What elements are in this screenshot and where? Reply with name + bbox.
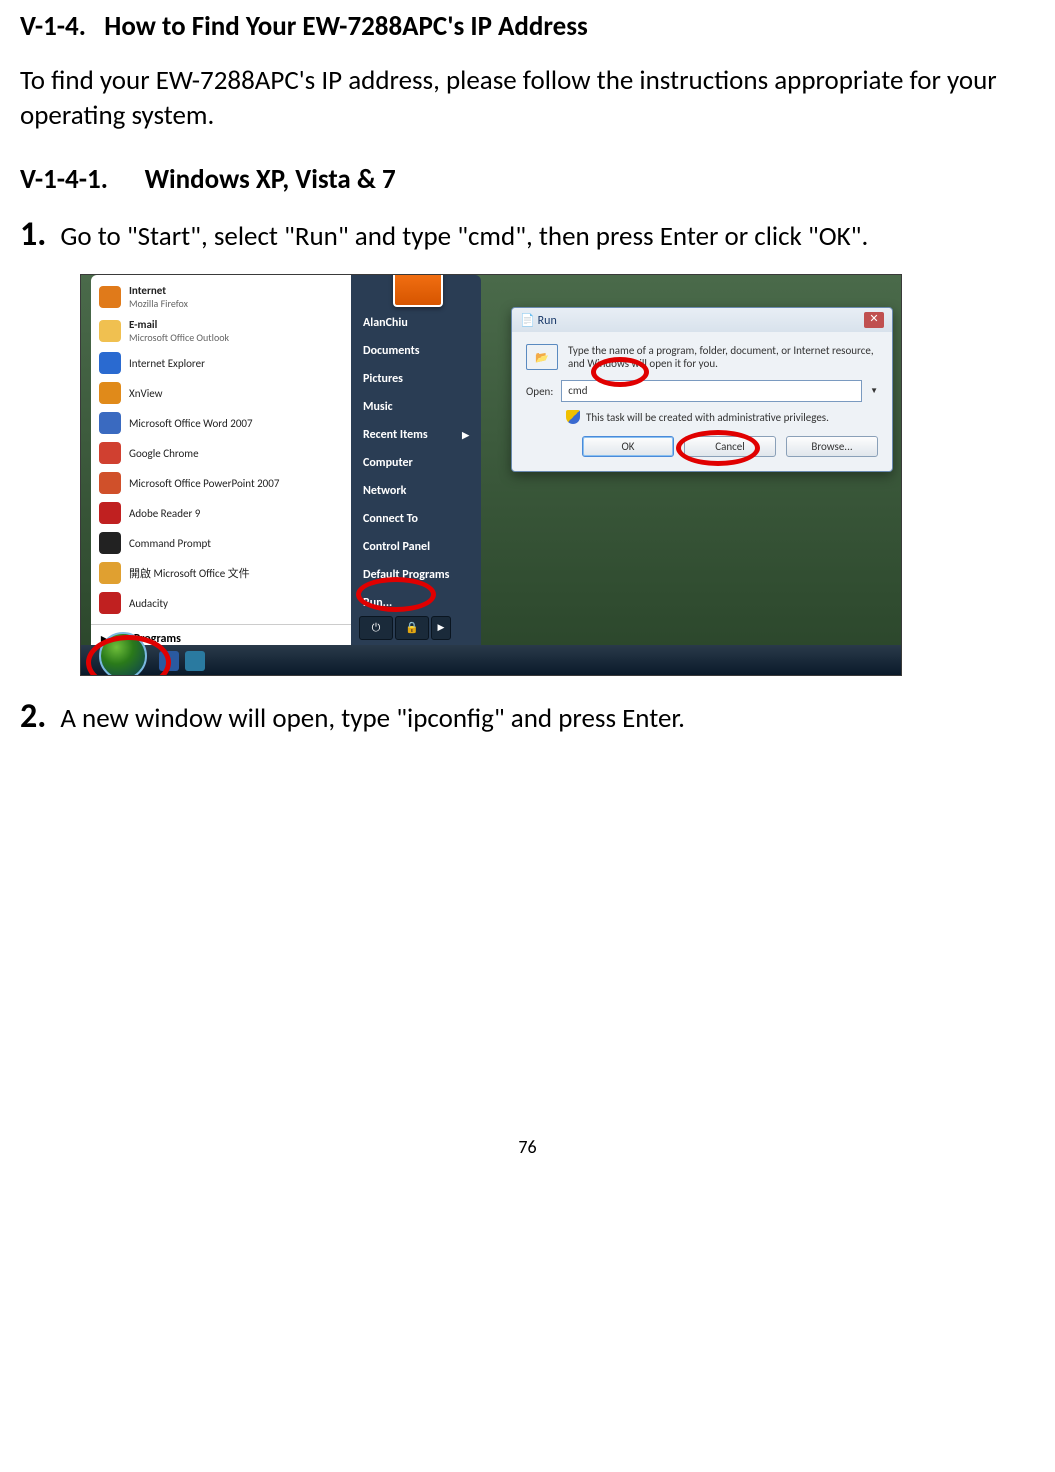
start-right-label: AlanChiu bbox=[363, 316, 408, 330]
close-icon[interactable]: ✕ bbox=[864, 312, 884, 328]
step-2: 2. A new window will open, type "ipconfi… bbox=[20, 700, 1035, 736]
recent-label: 開啟 Microsoft Office 文件 bbox=[129, 565, 250, 581]
screenshot-container: InternetMozilla FirefoxE-mailMicrosoft O… bbox=[80, 274, 900, 676]
run-dialog-titlebar: 📄 Run ✕ bbox=[512, 308, 892, 332]
start-menu-recent-item[interactable]: Microsoft Office PowerPoint 2007 bbox=[91, 468, 351, 498]
start-right-label: Network bbox=[363, 484, 406, 498]
taskbar-quicklaunch-icon[interactable] bbox=[185, 651, 205, 671]
power-menu-arrow[interactable]: ▶ bbox=[431, 616, 451, 640]
recent-label: Internet Explorer bbox=[129, 357, 205, 370]
start-right-item[interactable]: AlanChiu bbox=[351, 309, 481, 337]
subsection-number: V-1-4-1. bbox=[20, 163, 108, 196]
pinned-title: Internet bbox=[129, 284, 166, 297]
recent-label: Audacity bbox=[129, 597, 168, 610]
app-icon bbox=[99, 472, 121, 494]
lock-button[interactable]: 🔒 bbox=[395, 616, 429, 640]
run-dialog-title: Run bbox=[538, 314, 557, 328]
start-menu-recent-item[interactable]: Internet Explorer bbox=[91, 348, 351, 378]
app-icon bbox=[99, 320, 121, 342]
power-off-button[interactable]: ⏻ bbox=[359, 616, 393, 640]
start-menu-recent-item[interactable]: XnView bbox=[91, 378, 351, 408]
start-menu-recent-item[interactable]: Audacity bbox=[91, 588, 351, 618]
pinned-title: E-mail bbox=[129, 318, 157, 331]
dropdown-arrow-icon[interactable]: ▼ bbox=[870, 386, 878, 396]
app-icon bbox=[99, 502, 121, 524]
recent-label: Microsoft Office PowerPoint 2007 bbox=[129, 477, 279, 490]
app-icon bbox=[99, 592, 121, 614]
step-number: 2. bbox=[20, 700, 46, 734]
power-button-row: ⏻ 🔒 ▶ bbox=[359, 616, 451, 640]
start-menu-pinned-item[interactable]: InternetMozilla Firefox bbox=[91, 280, 351, 314]
app-icon bbox=[99, 412, 121, 434]
start-right-label: Music bbox=[363, 400, 393, 414]
pinned-subtitle: Microsoft Office Outlook bbox=[129, 331, 229, 344]
start-menu-recent-item[interactable]: 開啟 Microsoft Office 文件 bbox=[91, 558, 351, 588]
app-icon bbox=[99, 562, 121, 584]
section-number: V-1-4. bbox=[20, 10, 86, 43]
recent-label: Microsoft Office Word 2007 bbox=[129, 417, 253, 430]
app-icon bbox=[99, 532, 121, 554]
page-number: 76 bbox=[20, 1136, 1035, 1158]
start-right-label: Pictures bbox=[363, 372, 403, 386]
start-right-item[interactable]: Connect To bbox=[351, 505, 481, 533]
start-menu-recent-item[interactable]: Google Chrome bbox=[91, 438, 351, 468]
chevron-right-icon: ▶ bbox=[462, 430, 469, 441]
browse-button[interactable]: Browse... bbox=[786, 436, 878, 457]
start-menu-recent-item[interactable]: Command Prompt bbox=[91, 528, 351, 558]
start-right-label: Recent Items bbox=[363, 428, 428, 442]
step-number: 1. bbox=[20, 218, 46, 252]
start-right-item[interactable]: Recent Items ▶ bbox=[351, 421, 481, 449]
admin-note: This task will be created with administr… bbox=[586, 411, 829, 424]
start-right-item[interactable]: Pictures bbox=[351, 365, 481, 393]
start-right-label: Documents bbox=[363, 344, 420, 358]
recent-label: XnView bbox=[129, 387, 163, 400]
step-text: Go to "Start", select "Run" and type "cm… bbox=[60, 219, 868, 254]
windows-vista-screenshot: InternetMozilla FirefoxE-mailMicrosoft O… bbox=[80, 274, 902, 676]
app-icon bbox=[99, 352, 121, 374]
taskbar bbox=[81, 645, 901, 675]
start-right-label: Control Panel bbox=[363, 540, 430, 554]
subsection-heading: V-1-4-1. Windows XP, Vista & 7 bbox=[20, 163, 1035, 196]
open-label: Open: bbox=[526, 385, 553, 398]
start-menu-left-panel: InternetMozilla FirefoxE-mailMicrosoft O… bbox=[91, 275, 351, 645]
start-menu-pinned-item[interactable]: E-mailMicrosoft Office Outlook bbox=[91, 314, 351, 348]
step-text: A new window will open, type "ipconfig" … bbox=[60, 701, 685, 736]
uac-shield-icon bbox=[566, 410, 580, 424]
start-menu-recent-item[interactable]: Microsoft Office Word 2007 bbox=[91, 408, 351, 438]
start-right-item[interactable]: Computer bbox=[351, 449, 481, 477]
app-icon bbox=[99, 286, 121, 308]
start-right-item[interactable]: Documents bbox=[351, 337, 481, 365]
start-right-item[interactable]: Control Panel bbox=[351, 533, 481, 561]
start-right-item[interactable]: Music bbox=[351, 393, 481, 421]
app-icon bbox=[99, 382, 121, 404]
subsection-title-text: Windows XP, Vista & 7 bbox=[145, 163, 396, 196]
section-title-text: How to Find Your EW-7288APC's IP Address bbox=[104, 10, 588, 43]
app-icon bbox=[99, 442, 121, 464]
section-heading: V-1-4. How to Find Your EW-7288APC's IP … bbox=[20, 10, 1035, 43]
run-icon: 📂 bbox=[526, 344, 558, 370]
recent-label: Command Prompt bbox=[129, 537, 211, 550]
start-right-label: Connect To bbox=[363, 512, 418, 526]
start-right-label: Computer bbox=[363, 456, 413, 470]
recent-label: Google Chrome bbox=[129, 447, 199, 460]
pinned-subtitle: Mozilla Firefox bbox=[129, 297, 188, 310]
start-right-item[interactable]: Network bbox=[351, 477, 481, 505]
intro-paragraph: To find your EW-7288APC's IP address, pl… bbox=[20, 63, 1035, 133]
start-menu-recent-item[interactable]: Adobe Reader 9 bbox=[91, 498, 351, 528]
recent-label: Adobe Reader 9 bbox=[129, 507, 200, 520]
ok-button[interactable]: OK bbox=[582, 436, 674, 457]
user-picture-icon bbox=[393, 274, 443, 307]
step-1: 1. Go to "Start", select "Run" and type … bbox=[20, 218, 1035, 254]
